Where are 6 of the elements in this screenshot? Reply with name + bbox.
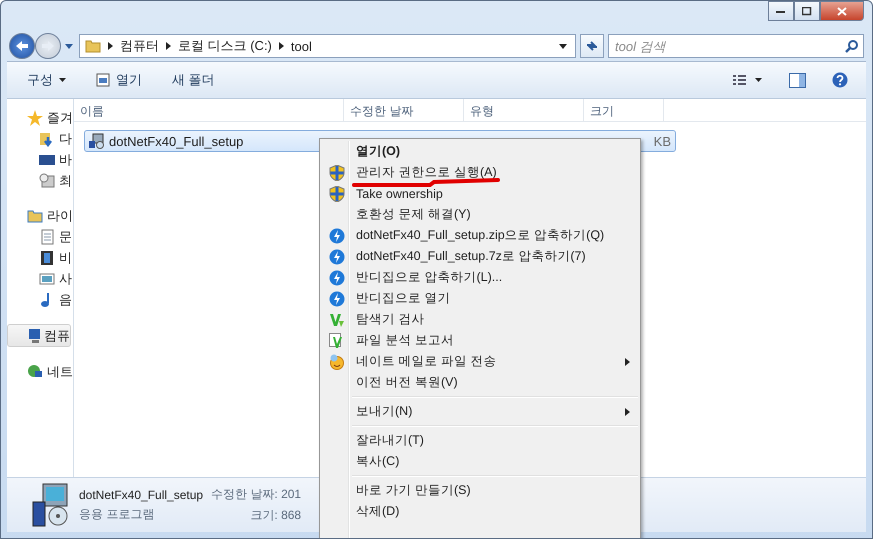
file-name: dotNetFx40_Full_setup [109,134,244,148]
file-size: 크기: 868 [250,507,302,524]
file-size: KB [654,134,672,148]
file-name: dotNetFx40_Full_setup [79,488,204,502]
modified-date: 수정한 날짜: 201 [211,486,302,503]
file-type: 응용 프로그램 [79,506,156,522]
